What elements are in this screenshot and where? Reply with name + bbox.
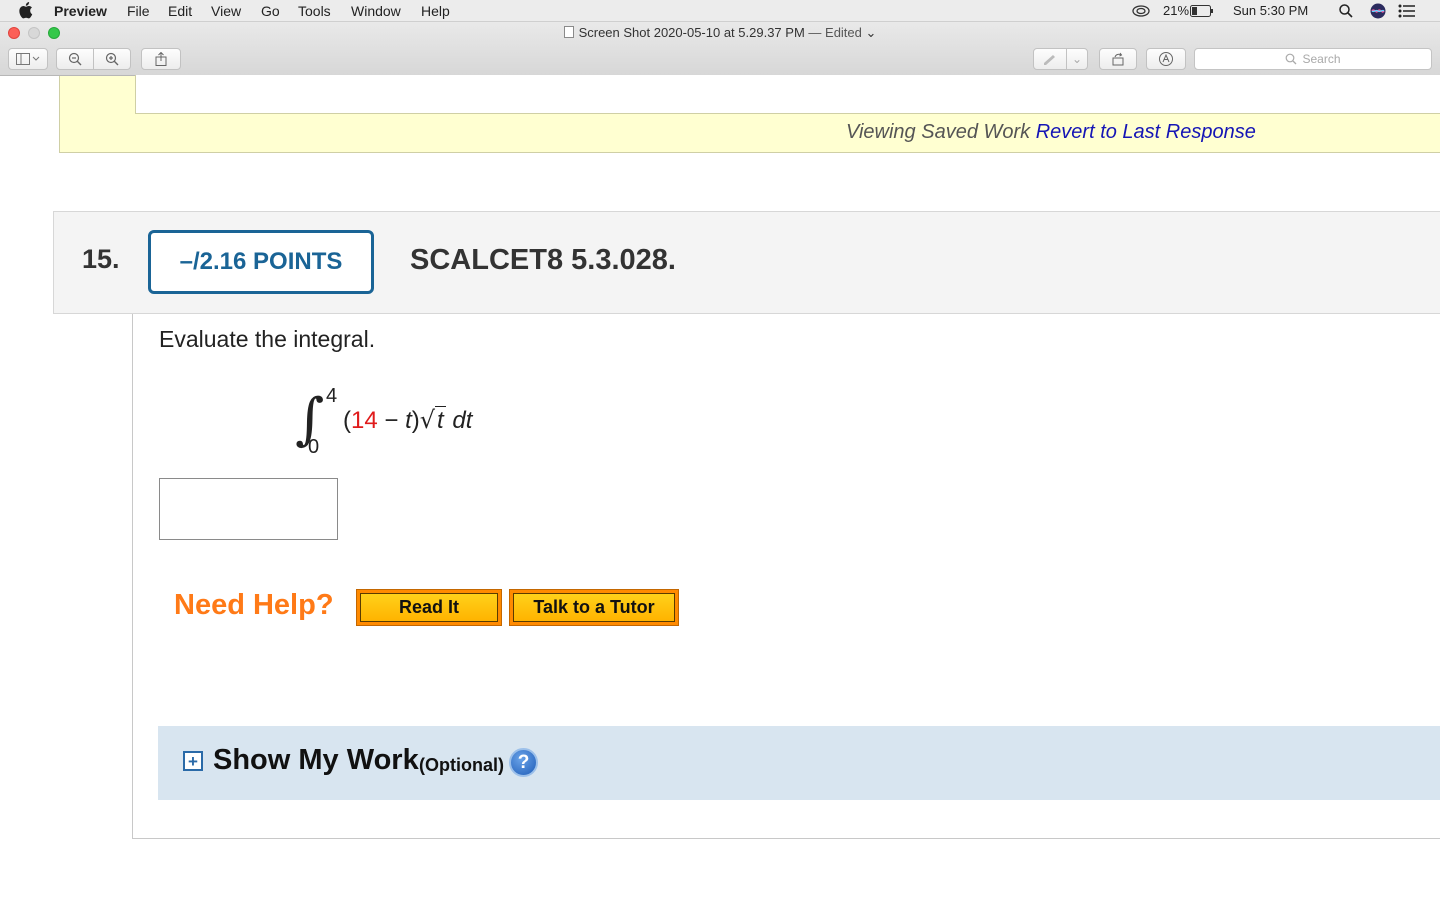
zoom-in-button[interactable] [93, 48, 131, 70]
search-placeholder: Search [1302, 52, 1341, 66]
menu-window[interactable]: Window [351, 3, 401, 19]
help-question-icon[interactable]: ? [509, 748, 538, 777]
sqrt-argument: t [435, 406, 446, 434]
window-titlebar: Screen Shot 2020-05-10 at 5.29.37 PM — E… [0, 22, 1440, 76]
question-number: 15. [82, 244, 120, 274]
differential: dt [452, 407, 473, 434]
zoom-in-icon [105, 52, 119, 66]
title-chevron-down-icon: ⌄ [865, 25, 877, 40]
battery-icon[interactable] [1190, 5, 1214, 17]
markup-toolbar-button[interactable] [1146, 48, 1186, 70]
saved-work-status: Viewing Saved Work Revert to Last Respon… [846, 121, 1256, 144]
sqrt-symbol: √ [419, 406, 436, 434]
open-paren: ( [343, 407, 351, 434]
viewing-saved-work-label: Viewing Saved Work [846, 121, 1031, 143]
search-input[interactable]: Search [1194, 48, 1432, 70]
menubar-clock[interactable]: Sun 5:30 PM [1233, 3, 1308, 19]
need-help-label: Need Help? [174, 589, 334, 621]
sidebar-icon [16, 53, 40, 65]
upper-limit: 4 [326, 385, 338, 407]
menu-go[interactable]: Go [261, 3, 280, 19]
menu-view[interactable]: View [211, 3, 241, 19]
question-prompt: Evaluate the integral. [159, 326, 376, 352]
siri-icon[interactable] [1370, 3, 1386, 19]
markup-pen-button[interactable] [1033, 48, 1067, 70]
menu-app-preview[interactable]: Preview [54, 3, 107, 19]
close-paren: ) [411, 407, 420, 434]
document-icon [563, 26, 574, 38]
share-icon [155, 52, 167, 66]
zoom-out-button[interactable] [56, 48, 94, 70]
menu-file[interactable]: File [127, 3, 150, 19]
zoom-out-icon [68, 52, 82, 66]
markup-dropdown-button[interactable]: ⌄ [1066, 48, 1088, 70]
integrand-variable: t [405, 407, 412, 434]
integral-expression: ∫ 4 0 (14 − t)√t dt [290, 383, 530, 463]
apple-menu-icon[interactable] [19, 1, 33, 19]
menu-bar: Preview File Edit View Go Tools Window H… [0, 0, 1440, 22]
markup-icon [1159, 52, 1173, 66]
search-icon [1286, 53, 1297, 65]
read-it-button[interactable]: Read It [356, 589, 502, 626]
rotate-icon [1112, 52, 1124, 66]
document-edited-status: — Edited [808, 25, 862, 40]
points-badge: –/2.16 POINTS [148, 230, 374, 294]
show-my-work-optional: (Optional) [419, 755, 504, 775]
document-title-text: Screen Shot 2020-05-10 at 5.29.37 PM [578, 25, 805, 40]
revert-to-last-response-link[interactable]: Revert to Last Response [1036, 121, 1256, 143]
integrand-constant: 14 [351, 407, 378, 434]
menu-help[interactable]: Help [421, 3, 450, 19]
minus-sign: − [377, 407, 406, 434]
previous-question-panel [135, 75, 1440, 114]
document-title[interactable]: Screen Shot 2020-05-10 at 5.29.37 PM — E… [0, 25, 1440, 41]
talk-to-tutor-button[interactable]: Talk to a Tutor [509, 589, 679, 626]
integrand: (14 − t)√t dt [343, 406, 472, 435]
chevron-down-icon: ⌄ [1071, 52, 1083, 66]
question-code: SCALCET8 5.3.028. [410, 244, 676, 276]
show-my-work-title[interactable]: Show My Work [213, 744, 419, 777]
sidebar-view-button[interactable] [8, 48, 48, 70]
talk-to-tutor-label: Talk to a Tutor [513, 593, 675, 622]
notification-center-icon[interactable] [1398, 4, 1416, 18]
spotlight-search-icon[interactable] [1339, 4, 1353, 18]
answer-input[interactable] [159, 478, 338, 540]
share-button[interactable] [141, 48, 181, 70]
pen-icon [1044, 55, 1055, 65]
creative-cloud-icon[interactable] [1131, 4, 1151, 18]
menu-tools[interactable]: Tools [298, 3, 331, 19]
rotate-button[interactable] [1099, 48, 1137, 70]
menu-edit[interactable]: Edit [168, 3, 192, 19]
expand-plus-icon[interactable]: + [183, 751, 203, 771]
read-it-label: Read It [360, 593, 498, 622]
battery-percent: 21% [1163, 3, 1190, 18]
lower-limit: 0 [308, 436, 320, 458]
